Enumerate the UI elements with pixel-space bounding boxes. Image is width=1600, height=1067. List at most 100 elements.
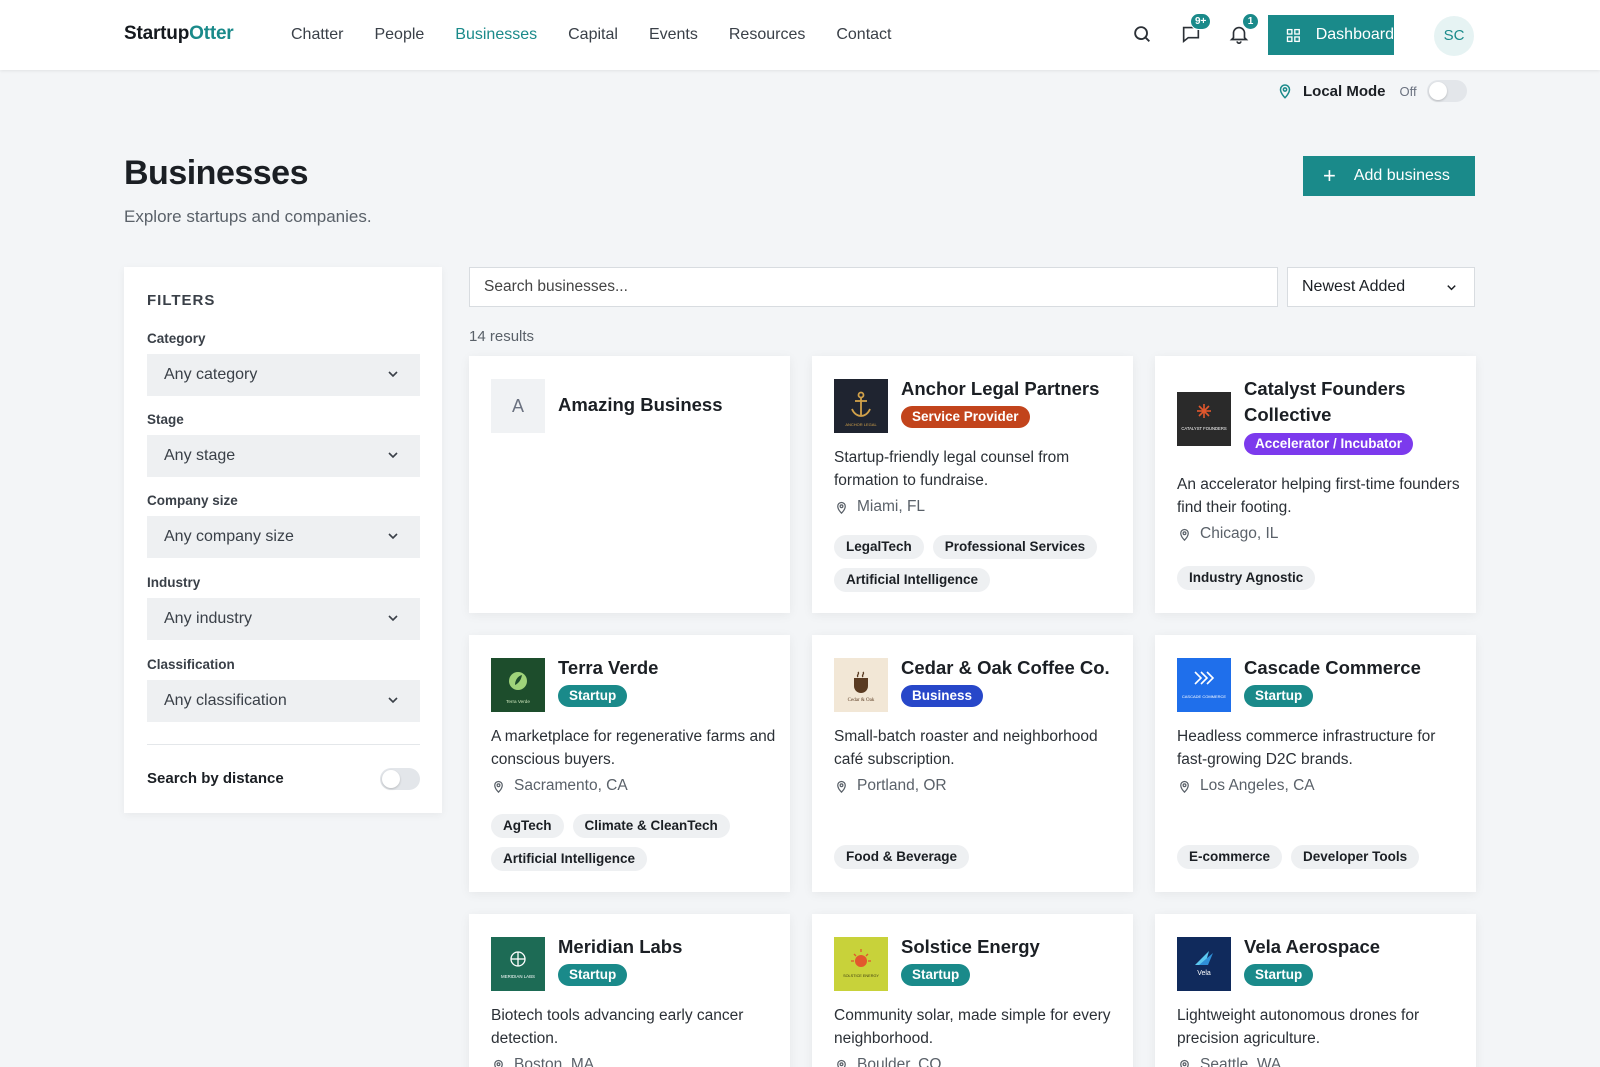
business-name[interactable]: Cascade Commerce — [1244, 655, 1459, 681]
business-card-anchor-legal[interactable]: ANCHOR LEGAL Anchor Legal Partners Servi… — [812, 356, 1133, 613]
business-name[interactable]: Amazing Business — [558, 392, 773, 418]
local-mode-label: Local Mode — [1303, 82, 1386, 100]
local-mode-toggle[interactable] — [1426, 80, 1467, 102]
vela-aerospace-logo: Vela — [1177, 937, 1231, 991]
svg-text:CASCADE COMMERCE: CASCADE COMMERCE — [1182, 694, 1227, 699]
grid-icon — [1286, 28, 1300, 42]
nav-resources[interactable]: Resources — [729, 26, 805, 44]
business-location: Sacramento, CA — [491, 777, 628, 795]
add-business-button[interactable]: + Add business — [1303, 156, 1475, 196]
nav-contact[interactable]: Contact — [836, 26, 891, 44]
nav-people[interactable]: People — [374, 26, 424, 44]
results-count: 14 results — [469, 328, 535, 345]
nav-capital[interactable]: Capital — [568, 26, 618, 44]
add-business-label: Add business — [1353, 167, 1450, 184]
category-badge: Accelerator / Incubator — [1244, 433, 1414, 455]
sort-select[interactable]: Newest Added — [1287, 267, 1475, 307]
business-card-cascade-commerce[interactable]: CASCADE COMMERCE Cascade Commerce Startu… — [1155, 635, 1476, 892]
business-description: Small-batch roaster and neighborhood caf… — [834, 728, 1098, 768]
nav-events[interactable]: Events — [649, 26, 698, 44]
map-pin-icon — [494, 1059, 503, 1067]
svg-text:MERIDIAN LABS: MERIDIAN LABS — [501, 974, 535, 979]
solstice-energy-logo: SOLSTICE ENERGY — [834, 937, 888, 991]
chevron-down-icon — [388, 533, 398, 540]
business-card-vela-aerospace[interactable]: Vela Vela Aerospace Startup Lightweight … — [1155, 914, 1476, 1067]
meridian-labs-logo: MERIDIAN LABS — [491, 937, 545, 991]
business-card-terra-verde[interactable]: Terra Verde Terra Verde Startup A market… — [469, 635, 790, 892]
svg-text:Terra Verde: Terra Verde — [506, 699, 530, 704]
business-description: An accelerator helping first-time founde… — [1177, 476, 1460, 516]
business-description: Community solar, made simple for every n… — [834, 1007, 1111, 1047]
map-pin-icon — [1279, 84, 1291, 99]
stage-badge: Startup — [1244, 964, 1314, 986]
business-name[interactable]: Anchor Legal Partners — [901, 376, 1116, 402]
svg-text:CATALYST FOUNDERS: CATALYST FOUNDERS — [1181, 426, 1227, 431]
local-mode-control: Local Mode Off — [1276, 80, 1467, 102]
company-size-value: Any company size — [164, 528, 294, 545]
notifications-button[interactable]: 1 — [1228, 13, 1259, 47]
nav-chatter[interactable]: Chatter — [291, 26, 343, 44]
map-pin-icon — [1180, 780, 1189, 793]
search-input[interactable]: Search businesses... — [469, 267, 1278, 307]
stage-badge: Startup — [558, 685, 628, 707]
svg-text:Cedar & Oak: Cedar & Oak — [848, 698, 875, 703]
avatar[interactable]: SC — [1434, 16, 1474, 56]
notifications-badge: 1 — [1242, 13, 1259, 30]
category-select[interactable]: Any category — [147, 354, 420, 396]
search-by-distance-toggle[interactable] — [380, 768, 420, 790]
messages-badge: 9+ — [1190, 13, 1212, 30]
dashboard-label: Dashboard — [1315, 26, 1394, 43]
industry-select[interactable]: Any industry — [147, 598, 420, 640]
cascade-commerce-logo: CASCADE COMMERCE — [1177, 658, 1231, 712]
classification-select[interactable]: Any classification — [147, 680, 420, 722]
business-location: Boulder, CO — [834, 1056, 941, 1067]
business-location: Los Angeles, CA — [1177, 777, 1315, 795]
plus-icon: + — [1323, 163, 1336, 188]
business-name[interactable]: Cedar & Oak Coffee Co. — [901, 655, 1116, 681]
industry-tags: Food & Beverage — [834, 845, 1124, 869]
business-name[interactable]: Terra Verde — [558, 655, 773, 681]
map-pin-icon — [837, 780, 846, 793]
business-name[interactable]: Catalyst Founders Collective — [1244, 376, 1459, 428]
stage-select[interactable]: Any stage — [147, 435, 420, 477]
business-card-meridian-labs[interactable]: MERIDIAN LABS Meridian Labs Startup Biot… — [469, 914, 790, 1067]
business-card-cedar-oak[interactable]: Cedar & Oak Cedar & Oak Coffee Co. Busin… — [812, 635, 1133, 892]
filter-label-classification: Classification — [147, 657, 235, 672]
business-card-solstice-energy[interactable]: SOLSTICE ENERGY Solstice Energy Startup … — [812, 914, 1133, 1067]
cedar-oak-logo: Cedar & Oak — [834, 658, 888, 712]
map-pin-icon — [494, 780, 503, 793]
chevron-down-icon — [388, 615, 398, 622]
nav-businesses[interactable]: Businesses — [455, 26, 537, 44]
filter-label-category: Category — [147, 331, 206, 346]
business-location: Miami, FL — [834, 498, 925, 516]
industry-tag: Developer Tools — [1291, 845, 1420, 869]
company-size-select[interactable]: Any company size — [147, 516, 420, 558]
business-location: Portland, OR — [834, 777, 947, 795]
chevron-down-icon — [388, 371, 398, 378]
business-description: Biotech tools advancing early cancer det… — [491, 1007, 744, 1047]
business-name[interactable]: Meridian Labs — [558, 934, 773, 960]
svg-text:Vela: Vela — [1197, 970, 1211, 977]
search-icon[interactable] — [1131, 23, 1155, 47]
svg-text:SOLSTICE ENERGY: SOLSTICE ENERGY — [843, 974, 879, 978]
industry-tag: AgTech — [491, 814, 564, 838]
filters-heading: FILTERS — [147, 292, 216, 309]
business-name[interactable]: Solstice Energy — [901, 934, 1116, 960]
classification-value: Any classification — [164, 692, 287, 709]
messages-button[interactable]: 9+ — [1180, 13, 1212, 47]
category-value: Any category — [164, 366, 258, 383]
business-name[interactable]: Vela Aerospace — [1244, 934, 1459, 960]
business-logo-placeholder: A — [491, 379, 545, 433]
business-card-catalyst-founders[interactable]: CATALYST FOUNDERS Catalyst Founders Coll… — [1155, 356, 1476, 613]
sort-value: Newest Added — [1302, 278, 1406, 295]
logo[interactable]: StartupOtter — [124, 23, 234, 45]
industry-tags: Industry Agnostic — [1177, 566, 1467, 590]
filters-divider — [147, 744, 420, 745]
industry-tag: Professional Services — [932, 535, 1098, 559]
industry-tag: Artificial Intelligence — [834, 568, 991, 592]
business-description: Startup-friendly legal counsel from form… — [834, 449, 1070, 489]
filters-panel: FILTERS Category Any category Stage Any … — [124, 267, 442, 813]
stage-value: Any stage — [164, 447, 236, 464]
business-card-amazing-business[interactable]: A Amazing Business — [469, 356, 790, 613]
dashboard-button[interactable]: Dashboard — [1268, 15, 1394, 55]
